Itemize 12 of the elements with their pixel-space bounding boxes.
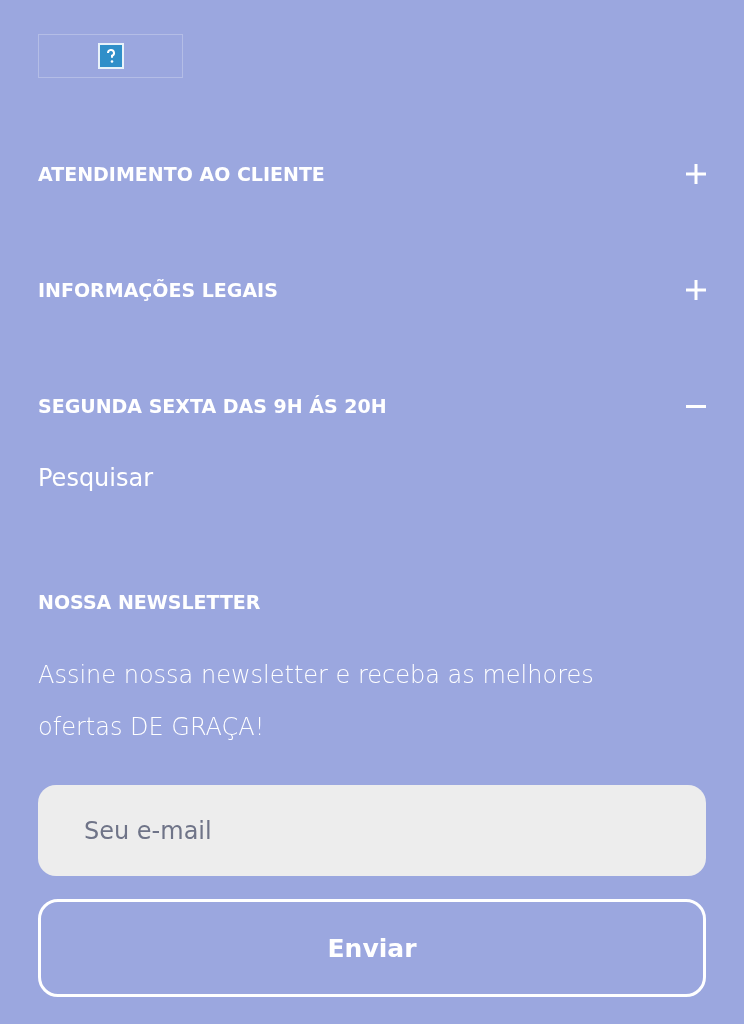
broken-image-icon — [97, 43, 124, 69]
accordion-header[interactable]: ATENDIMENTO AO CLIENTE — [38, 154, 706, 194]
email-field[interactable]: Seu e-mail — [38, 785, 706, 876]
plus-icon — [686, 280, 706, 300]
minus-icon — [686, 404, 706, 408]
accordion-header[interactable]: INFORMAÇÕES LEGAIS — [38, 270, 706, 310]
footer-link[interactable]: Pesquisar — [38, 464, 154, 492]
newsletter-heading: NOSSA NEWSLETTER — [38, 591, 262, 613]
plus-icon — [686, 164, 706, 184]
newsletter-description: Assine nossa newsletter e receba as melhores ofertas DE GRAÇA! — [38, 660, 595, 743]
accordion-header[interactable]: SEGUNDA SEXTA DAS 9H ÁS 20H — [38, 386, 706, 426]
submit-button[interactable]: Enviar — [38, 899, 706, 997]
